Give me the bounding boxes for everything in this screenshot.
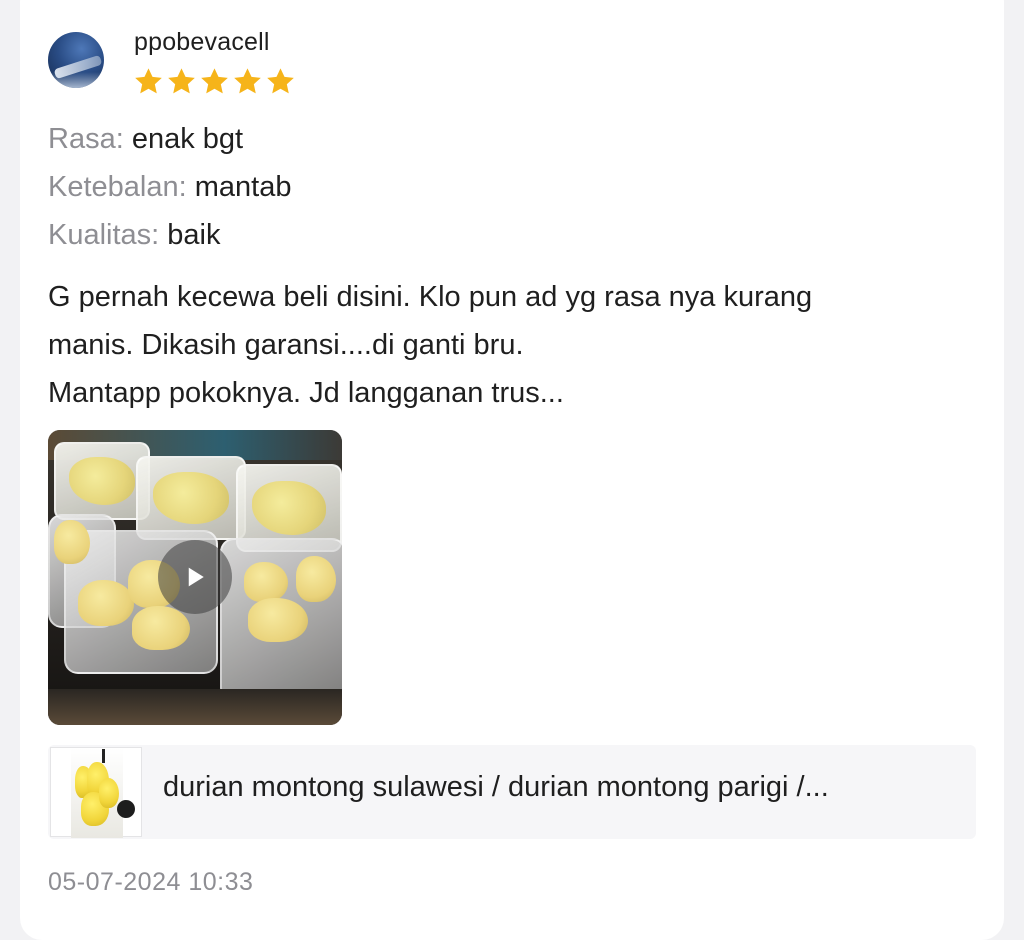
video-frame-durian <box>244 562 288 602</box>
review-text: G pernah kecewa beli disini. Klo pun ad … <box>48 273 978 417</box>
attribute-kualitas: Kualitas: baik <box>48 219 221 252</box>
star-icon <box>135 68 162 94</box>
attribute-value: baik <box>167 219 221 251</box>
play-button[interactable] <box>158 540 232 614</box>
review-timestamp: 05-07-2024 10:33 <box>48 868 254 896</box>
product-thumbnail <box>50 747 142 838</box>
user-avatar[interactable] <box>48 32 104 88</box>
review-text-line: manis. Dikasih garansi....di ganti bru. <box>48 329 524 361</box>
video-frame-durian <box>54 520 90 564</box>
attribute-value: enak bgt <box>131 123 244 155</box>
avatar-image-haze <box>48 72 104 88</box>
product-name[interactable]: durian montong sulawesi / durian montong… <box>163 771 829 804</box>
review-text-line: G pernah kecewa beli disini. Klo pun ad … <box>48 281 813 313</box>
attribute-label: Rasa: <box>48 123 124 155</box>
attribute-label: Ketebalan: <box>48 171 187 203</box>
attribute-value: mantab <box>194 171 292 203</box>
attribute-ketebalan: Ketebalan: mantab <box>48 171 291 204</box>
product-link[interactable]: durian montong sulawesi / durian montong… <box>48 745 976 839</box>
star-icon <box>267 68 294 94</box>
reviewer-username[interactable]: ppobevacell <box>134 28 270 57</box>
video-frame-durian <box>296 556 336 602</box>
video-frame-durian <box>132 606 190 650</box>
review-text-line: Mantapp pokoknya. Jd langganan trus... <box>48 377 564 409</box>
attribute-label: Kualitas: <box>48 219 160 251</box>
video-frame-durian <box>78 580 134 626</box>
video-frame-floor <box>48 689 342 725</box>
star-icon <box>168 68 195 94</box>
product-image <box>71 748 135 838</box>
attribute-rasa: Rasa: enak bgt <box>48 123 243 156</box>
star-icon <box>234 68 261 94</box>
star-rating <box>133 66 296 97</box>
play-icon <box>188 567 204 587</box>
video-frame-durian <box>248 598 308 642</box>
video-frame-tray <box>136 456 246 540</box>
star-icon <box>201 68 228 94</box>
